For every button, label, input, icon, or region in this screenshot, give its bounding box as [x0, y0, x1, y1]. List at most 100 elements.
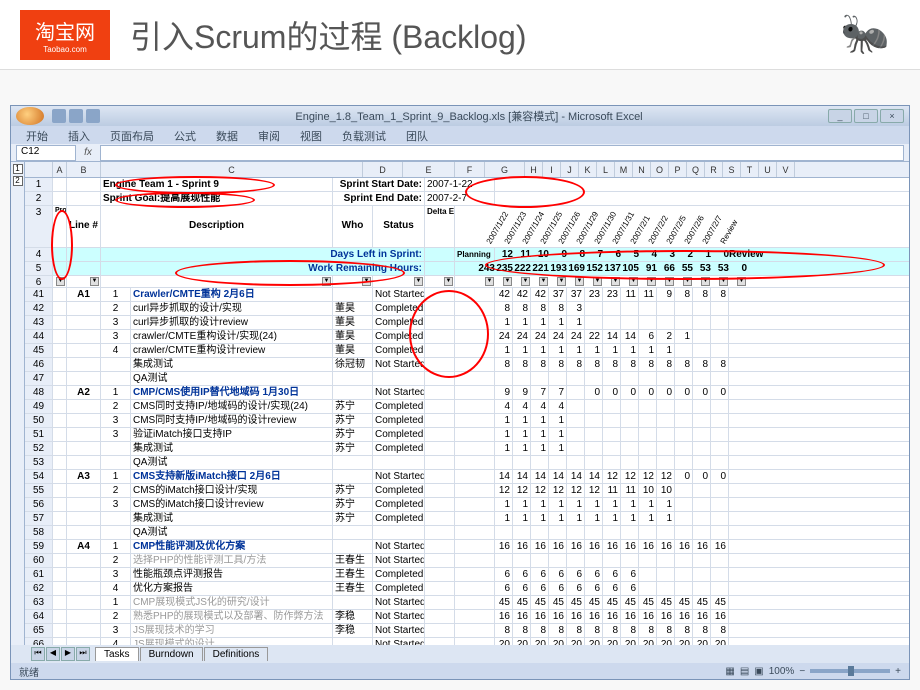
filter-arrow-icon[interactable]: ▼: [683, 277, 692, 286]
qat-save-icon[interactable]: [52, 109, 66, 123]
tab-review[interactable]: 审阅: [248, 126, 290, 144]
col-s[interactable]: S: [723, 162, 741, 177]
filter-arrow-icon[interactable]: ▼: [503, 277, 512, 286]
col-q[interactable]: Q: [687, 162, 705, 177]
row-num[interactable]: 48: [25, 386, 53, 399]
col-r[interactable]: R: [705, 162, 723, 177]
filter-arrow-icon[interactable]: ▼: [485, 277, 494, 286]
filter-arrow-icon[interactable]: ▼: [647, 277, 656, 286]
row-num[interactable]: 53: [25, 456, 53, 469]
zoom-out-icon[interactable]: −: [799, 666, 805, 677]
row-num[interactable]: 1: [25, 178, 53, 191]
filter-arrow-icon[interactable]: ▼: [737, 277, 746, 286]
row-num[interactable]: 42: [25, 302, 53, 315]
filter-arrow-icon[interactable]: ▼: [575, 277, 584, 286]
qat-redo-icon[interactable]: [86, 109, 100, 123]
filter-arrow-icon[interactable]: ▼: [665, 277, 674, 286]
row-num[interactable]: 55: [25, 484, 53, 497]
sheet-definitions[interactable]: Definitions: [204, 647, 269, 661]
sheet-burndown[interactable]: Burndown: [140, 647, 203, 661]
col-t[interactable]: T: [741, 162, 759, 177]
filter-arrow-icon[interactable]: ▼: [539, 277, 548, 286]
row-num[interactable]: 2: [25, 192, 53, 205]
filter-arrow-icon[interactable]: ▼: [56, 277, 65, 286]
row-num[interactable]: 64: [25, 610, 53, 623]
outline-level-2[interactable]: 2: [13, 176, 23, 186]
col-k[interactable]: K: [579, 162, 597, 177]
qat-undo-icon[interactable]: [69, 109, 83, 123]
filter-arrow-icon[interactable]: ▼: [593, 277, 602, 286]
tab-formula[interactable]: 公式: [164, 126, 206, 144]
filter-arrow-icon[interactable]: ▼: [362, 277, 371, 286]
view-break-icon[interactable]: ▣: [754, 666, 763, 677]
col-b[interactable]: B: [67, 162, 101, 177]
row-num[interactable]: 57: [25, 512, 53, 525]
col-h[interactable]: H: [525, 162, 543, 177]
fx-icon[interactable]: fx: [81, 147, 95, 158]
filter-arrow-icon[interactable]: ▼: [414, 277, 423, 286]
filter-arrow-icon[interactable]: ▼: [322, 277, 331, 286]
col-n[interactable]: N: [633, 162, 651, 177]
row-num[interactable]: 62: [25, 582, 53, 595]
row-num[interactable]: 56: [25, 498, 53, 511]
col-m[interactable]: M: [615, 162, 633, 177]
outline-level-1[interactable]: 1: [13, 164, 23, 174]
row-num[interactable]: 61: [25, 568, 53, 581]
maximize-button[interactable]: □: [854, 109, 878, 123]
sheet-prev-icon[interactable]: ◀: [46, 647, 60, 661]
col-e[interactable]: E: [403, 162, 455, 177]
row-num[interactable]: 52: [25, 442, 53, 455]
close-button[interactable]: ×: [880, 109, 904, 123]
row-num[interactable]: 65: [25, 624, 53, 637]
row-num[interactable]: 59: [25, 540, 53, 553]
row-num[interactable]: 49: [25, 400, 53, 413]
sheet-tasks[interactable]: Tasks: [95, 647, 139, 661]
filter-arrow-icon[interactable]: ▼: [444, 277, 453, 286]
filter-arrow-icon[interactable]: ▼: [629, 277, 638, 286]
row-num[interactable]: 45: [25, 344, 53, 357]
tab-loadtest[interactable]: 负载测试: [332, 126, 396, 144]
col-c[interactable]: C: [101, 162, 363, 177]
sheet-next-icon[interactable]: ▶: [61, 647, 75, 661]
row-num[interactable]: 4: [25, 248, 53, 261]
formula-bar[interactable]: [100, 145, 904, 161]
view-normal-icon[interactable]: ▦: [725, 666, 734, 677]
filter-arrow-icon[interactable]: ▼: [521, 277, 530, 286]
col-p[interactable]: P: [669, 162, 687, 177]
row-num[interactable]: 60: [25, 554, 53, 567]
col-u[interactable]: U: [759, 162, 777, 177]
sheet-first-icon[interactable]: ⏮: [31, 647, 45, 661]
row-num[interactable]: 46: [25, 358, 53, 371]
col-a[interactable]: A: [53, 162, 67, 177]
sheet-last-icon[interactable]: ⏭: [76, 647, 90, 661]
row-num[interactable]: 58: [25, 526, 53, 539]
tab-team[interactable]: 团队: [396, 126, 438, 144]
tab-data[interactable]: 数据: [206, 126, 248, 144]
col-g[interactable]: G: [485, 162, 525, 177]
spreadsheet-grid[interactable]: A B C D E F G H I J K L M N O P Q R S T …: [25, 162, 909, 645]
name-box[interactable]: C12: [16, 145, 76, 161]
row-num[interactable]: 54: [25, 470, 53, 483]
row-num[interactable]: 5: [25, 262, 53, 275]
tab-layout[interactable]: 页面布局: [100, 126, 164, 144]
zoom-slider[interactable]: [810, 669, 890, 673]
view-layout-icon[interactable]: ▤: [740, 666, 749, 677]
office-button[interactable]: [16, 107, 44, 125]
row-num[interactable]: 47: [25, 372, 53, 385]
row-num[interactable]: 66: [25, 638, 53, 645]
row-num[interactable]: 3: [25, 206, 53, 247]
col-d[interactable]: D: [363, 162, 403, 177]
zoom-in-icon[interactable]: +: [895, 666, 901, 677]
tab-home[interactable]: 开始: [16, 126, 58, 144]
tab-insert[interactable]: 插入: [58, 126, 100, 144]
col-v[interactable]: V: [777, 162, 795, 177]
row-num[interactable]: 63: [25, 596, 53, 609]
row-num[interactable]: 41: [25, 288, 53, 301]
col-l[interactable]: L: [597, 162, 615, 177]
filter-arrow-icon[interactable]: ▼: [719, 277, 728, 286]
row-num[interactable]: 51: [25, 428, 53, 441]
filter-arrow-icon[interactable]: ▼: [557, 277, 566, 286]
select-all-corner[interactable]: [25, 162, 53, 177]
filter-arrow-icon[interactable]: ▼: [701, 277, 710, 286]
col-j[interactable]: J: [561, 162, 579, 177]
